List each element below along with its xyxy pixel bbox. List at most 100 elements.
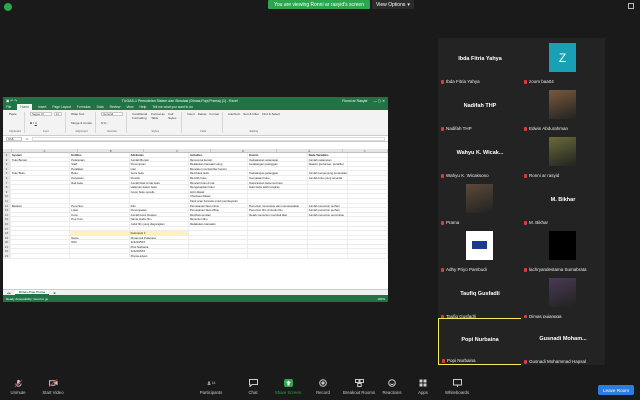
cell[interactable] bbox=[308, 254, 348, 258]
cell[interactable] bbox=[189, 244, 249, 249]
cell[interactable] bbox=[248, 189, 308, 194]
excel-menu-help[interactable]: Help bbox=[140, 105, 147, 109]
cell[interactable] bbox=[70, 244, 130, 249]
row-number[interactable]: 14 bbox=[3, 212, 11, 217]
formula-input[interactable] bbox=[32, 136, 385, 141]
row-number[interactable]: 15 bbox=[3, 217, 11, 221]
cell[interactable] bbox=[11, 212, 71, 217]
row-number[interactable]: 18 bbox=[3, 231, 11, 235]
cell[interactable] bbox=[348, 203, 388, 208]
excel-menu-view[interactable]: View bbox=[126, 105, 133, 109]
cell[interactable] bbox=[11, 180, 71, 185]
cell[interactable]: Kekurangan bukunya buku bbox=[248, 180, 308, 185]
cell[interactable] bbox=[308, 240, 348, 244]
participant-tile[interactable]: Prama bbox=[438, 179, 522, 226]
cell[interactable]: Buku bbox=[70, 171, 130, 175]
column-header[interactable]: D bbox=[211, 149, 277, 153]
participant-tile[interactable]: Ibda Fitria Yahya Ibda Fitria Yahya bbox=[438, 38, 522, 85]
cell[interactable]: 1212915XX bbox=[130, 249, 189, 254]
row-number[interactable]: 5 bbox=[3, 171, 11, 175]
cell[interactable] bbox=[130, 194, 189, 198]
column-header[interactable]: B bbox=[78, 149, 145, 153]
format-cells-button[interactable]: Format bbox=[209, 112, 219, 116]
cell[interactable] bbox=[308, 249, 348, 254]
leave-room-button[interactable]: Leave Room bbox=[598, 385, 634, 395]
cell[interactable] bbox=[11, 166, 71, 171]
autosum-button[interactable]: AutoSum bbox=[228, 112, 240, 116]
cell[interactable]: Dimas Adi Pujangga bbox=[130, 235, 189, 240]
cell[interactable]: Mengeluarkan buku bbox=[189, 185, 249, 189]
cell[interactable]: Name bbox=[70, 235, 130, 240]
number-format-select[interactable]: General bbox=[101, 112, 124, 116]
cell[interactable] bbox=[11, 217, 71, 221]
excel-menu-formulas[interactable]: Formulas bbox=[77, 105, 91, 109]
cell[interactable] bbox=[348, 212, 388, 217]
delete-cells-button[interactable]: Delete bbox=[198, 112, 207, 116]
cell[interactable]: Kenyataan buku bbox=[248, 175, 308, 180]
cell[interactable] bbox=[70, 185, 130, 189]
cell[interactable] bbox=[189, 249, 249, 254]
cell[interactable]: Penempatan bbox=[130, 208, 189, 212]
cell[interactable] bbox=[70, 249, 130, 254]
cell[interactable]: Kelompok 4 bbox=[129, 231, 189, 235]
cell[interactable]: Antri dikasir bbox=[189, 189, 249, 194]
font-size-select[interactable]: 11 bbox=[53, 112, 62, 116]
cell[interactable]: State Variables bbox=[308, 153, 348, 157]
cell[interactable]: Jumlah penonton perminggu bbox=[308, 212, 348, 217]
cell[interactable] bbox=[189, 231, 249, 235]
cell[interactable]: Jumlah pengunjung perpustakaan bbox=[308, 171, 348, 175]
row-number[interactable]: 20 bbox=[3, 240, 11, 244]
row-number[interactable]: 2 bbox=[3, 157, 11, 162]
row-number[interactable]: 23 bbox=[3, 254, 11, 258]
cell[interactable]: Menonton film bbox=[189, 217, 249, 221]
cell[interactable]: Jumlah Rak di rak buku bbox=[130, 180, 189, 185]
participant-tile[interactable]: Adhy Priyo Pambudi bbox=[438, 226, 522, 273]
cell[interactable] bbox=[348, 208, 388, 212]
cell[interactable] bbox=[11, 194, 71, 198]
cell[interactable] bbox=[308, 189, 348, 194]
conditional-formatting-button[interactable]: Conditional Formatting bbox=[132, 112, 148, 120]
cell[interactable]: System bbox=[11, 153, 71, 157]
cell[interactable] bbox=[348, 162, 388, 166]
format-as-table-button[interactable]: Format as Table bbox=[151, 112, 165, 120]
row-number[interactable]: 22 bbox=[3, 249, 11, 254]
cell[interactable]: Melakukan transaksi uang bbox=[189, 162, 249, 166]
excel-menu-page-layout[interactable]: Page Layout bbox=[52, 105, 71, 109]
bold-italic-underline-icon[interactable]: B I U bbox=[30, 121, 62, 125]
cell[interactable] bbox=[348, 217, 388, 221]
cell[interactable] bbox=[11, 231, 71, 235]
cell[interactable] bbox=[248, 226, 308, 231]
cell[interactable]: Mencari buku di rak bbox=[189, 180, 249, 185]
cell[interactable]: Mengatur nominal liter bensin bbox=[189, 166, 249, 171]
cell[interactable] bbox=[11, 175, 71, 180]
cell[interactable] bbox=[308, 231, 348, 235]
cell[interactable] bbox=[248, 254, 308, 258]
row-number[interactable]: 8 bbox=[3, 185, 11, 189]
cell[interactable] bbox=[308, 226, 348, 231]
select-all-corner[interactable] bbox=[3, 149, 12, 152]
cell[interactable]: Kedatangan pelanggan bbox=[248, 171, 308, 175]
cell[interactable]: Activities bbox=[189, 153, 249, 157]
participant-tile[interactable]: lachryandestama Sumabrata bbox=[521, 226, 605, 273]
excel-menu-file[interactable]: File bbox=[6, 105, 11, 109]
cell[interactable]: Bioskop bbox=[11, 203, 71, 208]
cell[interactable] bbox=[248, 221, 308, 226]
cell[interactable]: Prama adyan bbox=[130, 254, 189, 258]
cell[interactable] bbox=[308, 235, 348, 240]
start-video-button[interactable]: Start Video bbox=[35, 379, 71, 395]
cell[interactable] bbox=[348, 226, 388, 231]
cell[interactable] bbox=[248, 240, 308, 244]
cell[interactable]: Halaman dalam buku bbox=[130, 185, 189, 189]
cell[interactable] bbox=[70, 198, 130, 203]
cell[interactable] bbox=[308, 244, 348, 249]
cell[interactable] bbox=[348, 244, 388, 249]
cell[interactable]: Liter bbox=[130, 166, 189, 171]
cell[interactable] bbox=[11, 185, 71, 189]
row-number[interactable]: 16 bbox=[3, 221, 11, 226]
cell[interactable]: Membaca buku bbox=[189, 171, 249, 175]
cell[interactable]: Membeli cemilan bbox=[189, 212, 249, 217]
cell[interactable]: Karyawan bbox=[70, 175, 130, 180]
cell[interactable] bbox=[248, 244, 308, 249]
column-header[interactable]: A bbox=[12, 149, 79, 153]
cell[interactable] bbox=[70, 221, 130, 226]
